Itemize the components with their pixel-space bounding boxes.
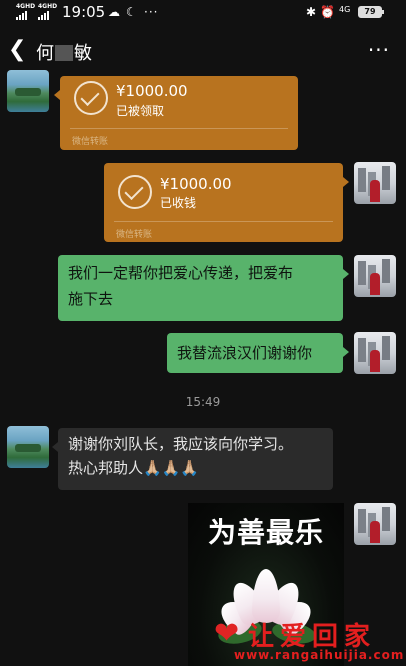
transfer-divider (70, 128, 288, 129)
message-text: 我替流浪汉们谢谢你 (177, 344, 313, 362)
image-caption: 为善最乐 (207, 516, 324, 549)
cloud-icon: ☁ (108, 5, 120, 19)
bluetooth-icon: ✱ (306, 5, 317, 19)
moon-icon: ☾ (126, 5, 137, 19)
clock: 19:05 (62, 3, 106, 21)
transfer-amount: ¥1000.00 (160, 175, 232, 193)
my-avatar[interactable] (354, 332, 396, 374)
back-arrow-icon[interactable]: ❮ (8, 37, 26, 63)
watermark-url: www.rangaihuijia.com (234, 648, 405, 662)
redacted-name-block (55, 45, 73, 61)
battery-icon: 79 (358, 6, 384, 18)
prayer-hands-emoji: 🙏🏼🙏🏼🙏🏼 (143, 459, 200, 477)
more-options-icon[interactable]: ··· (368, 38, 390, 62)
text-message-bubble[interactable]: 我替流浪汉们谢谢你 (167, 333, 349, 373)
signal-strength-1: 4GHD (16, 4, 35, 20)
transfer-status: 已收钱 (160, 196, 197, 210)
reply-message-bubble[interactable]: 谢谢你刘队长，我应该向你学习。 热心邦助人🙏🏼🙏🏼🙏🏼 (52, 428, 333, 490)
text-message-bubble[interactable]: 我们一定帮你把爱心传递，把爱布 施下去 (58, 255, 349, 321)
network-type: 4G (339, 5, 351, 14)
alarm-icon: ⏰ (320, 5, 335, 19)
message-line: 热心邦助人🙏🏼🙏🏼🙏🏼 (68, 456, 323, 480)
transfer-amount: ¥1000.00 (116, 82, 188, 100)
more-notifications-icon: ··· (144, 5, 159, 19)
status-bar: 4GHD 4GHD 19:05 ☁ ☾ ··· ✱ ⏰ 4G 79 (0, 0, 406, 26)
signal-strength-2: 4GHD (38, 4, 57, 20)
transfer-label: 微信转账 (72, 137, 109, 147)
chat-title-first: 何 (36, 43, 54, 64)
my-avatar[interactable] (354, 162, 396, 204)
message-line: 我们一定帮你把爱心传递，把爱布 (68, 264, 294, 282)
check-circle-icon (118, 175, 152, 209)
transfer-sent-card[interactable]: ¥1000.00 已收钱 微信转账 (104, 163, 349, 242)
chat-title-last: 敏 (74, 43, 92, 64)
chat-header: ❮ 何敏 ··· (0, 26, 406, 76)
signal-bars-1-icon (16, 11, 35, 20)
signal-label-2: 4GHD (38, 3, 58, 10)
signal-label-1: 4GHD (16, 3, 36, 10)
chat-title: 何敏 (36, 39, 92, 65)
signal-bars-2-icon (38, 11, 57, 20)
message-line: 谢谢你刘队长，我应该向你学习。 (68, 435, 294, 453)
check-circle-icon (74, 81, 108, 115)
transfer-divider (114, 221, 333, 222)
my-avatar[interactable] (354, 255, 396, 297)
message-text: 热心邦助人 (68, 459, 144, 477)
message-timestamp: 15:49 (185, 395, 221, 409)
contact-avatar[interactable] (7, 426, 49, 468)
transfer-received-card[interactable]: ¥1000.00 已被领取 微信转账 (54, 76, 298, 150)
site-watermark: ❤ 让爱回家 www.rangaihuijia.com (212, 614, 406, 666)
my-avatar[interactable] (354, 503, 396, 545)
message-line: 施下去 (68, 290, 114, 308)
transfer-status: 已被领取 (116, 104, 165, 118)
contact-avatar[interactable] (7, 70, 49, 112)
transfer-label: 微信转账 (116, 230, 153, 240)
heart-logo-icon: ❤ (214, 616, 240, 651)
